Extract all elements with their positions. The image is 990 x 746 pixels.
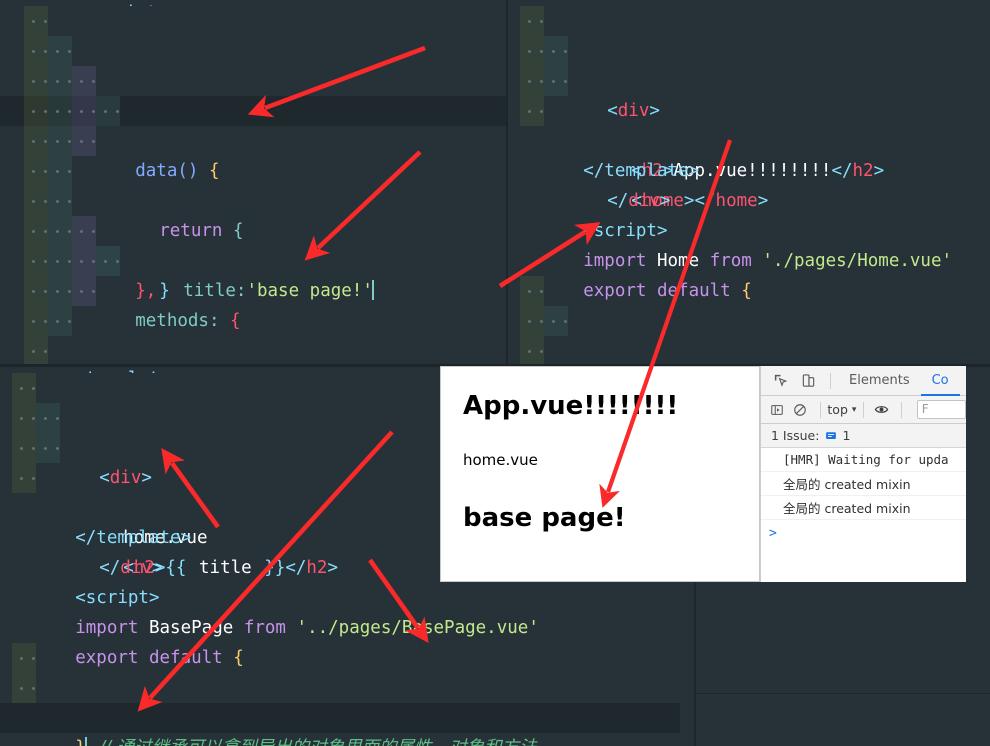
code-line[interactable]: }, — [0, 306, 508, 336]
code-line[interactable]: methods: { — [0, 186, 508, 331]
console-message[interactable]: [HMR] Waiting for upda — [761, 448, 966, 472]
code-line[interactable]: extends: BasePage — [0, 673, 990, 703]
context-selector-label: top — [827, 402, 848, 417]
console-prompt-caret: > — [769, 525, 777, 541]
console-message[interactable]: 全局的 created mixin — [761, 496, 966, 520]
toolbar-divider — [863, 401, 865, 418]
toolbar-divider — [901, 401, 902, 418]
code-line[interactable]: export default { — [0, 613, 990, 668]
code-line[interactable]: <h2>App.vue!!!!!!!!</h2> — [508, 36, 990, 181]
code-line[interactable]: bar(){ — [0, 216, 508, 246]
chevron-down-icon: ▾ — [851, 404, 857, 415]
context-selector[interactable]: top ▾ — [827, 402, 856, 417]
code-line[interactable]: </div> — [508, 96, 990, 211]
code-line[interactable]: // 通过继承可以拿到导出的对象里面的属性，对象和方法 — [0, 643, 990, 746]
code-comment: // 通过继承可以拿到导出的对象里面的属性，对象和方法 — [99, 738, 536, 746]
editor-pane-app-vue[interactable]: <div> <h2>App.vue!!!!!!!!</h2> <home></h… — [508, 0, 990, 366]
code-line[interactable]: <script> — [508, 186, 990, 241]
console-message-list[interactable]: [HMR] Waiting for upda 全局的 created mixin… — [761, 448, 966, 520]
browser-preview-window[interactable]: App.vue!!!!!!!! home.vue base page! — [440, 366, 760, 582]
devtools-tab-bar: Elements Co — [761, 366, 966, 396]
code-line-active[interactable]: } — [0, 703, 680, 746]
code-line[interactable]: }, — [0, 156, 508, 301]
code-line[interactable]: components:{ — [508, 276, 990, 306]
code-line[interactable]: } — [508, 336, 990, 366]
preview-base-heading: base page! — [463, 503, 626, 533]
code-line[interactable]: import BasePage from '../pages/BasePage.… — [0, 583, 990, 638]
chrome-devtools-panel[interactable]: Elements Co top ▾ F 1 Issue: 1 [HMR] Wai… — [760, 366, 966, 582]
clear-console-icon[interactable] — [790, 398, 811, 422]
device-toolbar-icon[interactable] — [795, 369, 821, 393]
code-line[interactable]: return { — [0, 66, 508, 241]
code-line[interactable]: export default { — [508, 246, 990, 301]
console-message[interactable]: 全局的 created mixin — [761, 472, 966, 496]
code-line[interactable]: Home — [508, 306, 990, 336]
code-line[interactable]: } — [0, 126, 508, 301]
toolbar-divider — [819, 401, 821, 418]
devtools-console-toolbar: top ▾ F — [761, 396, 966, 424]
issues-label: 1 Issue: — [771, 428, 820, 443]
code-line[interactable]: data() { — [0, 36, 508, 181]
inspect-element-icon[interactable] — [767, 369, 793, 393]
console-sidebar-icon[interactable] — [767, 398, 788, 422]
toolbar-divider — [830, 372, 831, 389]
pane-vertical-divider[interactable] — [506, 0, 508, 366]
preview-home-label: home.vue — [463, 451, 538, 469]
code-line[interactable]: export default { — [0, 6, 508, 121]
editor-pane-base-page-vue[interactable]: <script> export default { data() { retur… — [0, 0, 508, 366]
tab-elements[interactable]: Elements — [838, 366, 921, 396]
code-line[interactable]: console.log('base bar ,..') — [0, 246, 508, 276]
screenshot-root: <script> export default { data() { retur… — [0, 0, 990, 746]
console-filter-input[interactable]: F — [916, 400, 966, 419]
issue-message-icon — [825, 430, 837, 442]
code-line[interactable]: <div> — [508, 6, 990, 121]
code-line[interactable]: <home></home> — [508, 66, 990, 211]
code-line[interactable]: import Home from './pages/Home.vue' — [508, 216, 990, 271]
bottom-pane-horizontal-rule[interactable] — [696, 693, 990, 694]
issues-bar[interactable]: 1 Issue: 1 — [761, 424, 966, 448]
preview-app-heading: App.vue!!!!!!!! — [463, 391, 679, 421]
issues-count: 1 — [842, 428, 851, 443]
console-prompt[interactable]: > — [761, 520, 966, 546]
live-expression-eye-icon[interactable] — [871, 398, 892, 422]
bottom-pane-vertical-divider[interactable] — [694, 580, 696, 746]
code-line[interactable]: } — [0, 276, 508, 306]
tab-console[interactable]: Co — [921, 366, 960, 396]
code-line[interactable] — [508, 156, 990, 186]
code-line-active[interactable]: title:'base page!' — [0, 96, 508, 301]
code-line[interactable]: </template> — [508, 126, 990, 181]
code-line[interactable]: } — [0, 336, 508, 366]
